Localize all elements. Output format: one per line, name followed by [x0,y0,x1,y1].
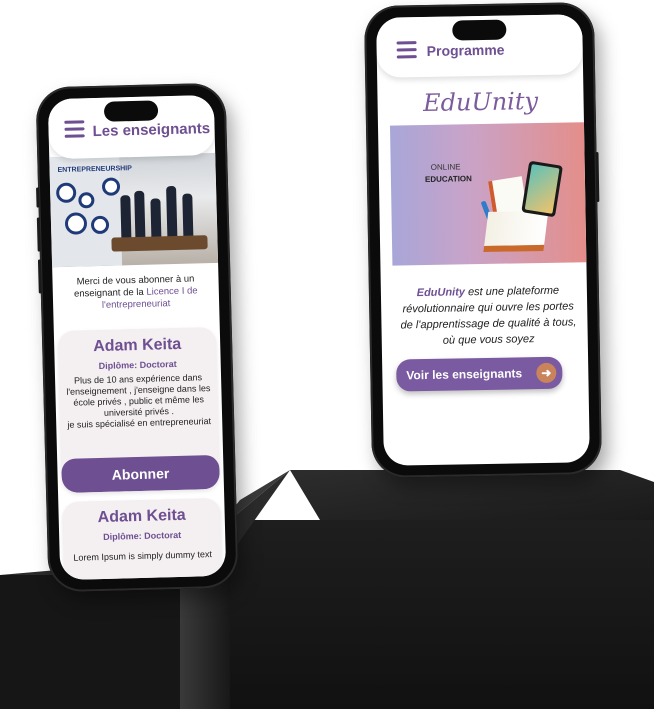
photo-label: ENTREPRENEURSHIP [57,165,132,175]
view-teachers-button[interactable]: Voir les enseignants ➜ [396,356,563,392]
teacher-diploma: Diplôme: Doctorat [98,358,177,372]
teacher-bio: Lorem Ipsum is simply dummy text [73,549,213,563]
phone-side-button [36,217,41,252]
entrepreneurship-photo: ENTREPRENEURSHIP [49,152,219,268]
right-phone-screen: Programme EduUnity ONLINE EDUCATION EduU… [376,14,590,466]
intro-text: Merci de vous abonner à un enseignant de… [62,273,209,313]
view-teachers-label: Voir les enseignants [406,366,523,383]
online-education-banner: ONLINE EDUCATION [389,122,587,266]
banner-line-2: EDUCATION [424,174,472,185]
phone-notch [103,100,159,122]
phone-side-button [37,259,42,294]
banner-line-1: ONLINE [430,162,461,172]
page-title: Les enseignants [92,120,211,141]
hamburger-menu-icon[interactable] [64,120,85,138]
phone-side-button [36,187,40,208]
teacher-diploma: Diplôme: Doctorat [103,529,182,542]
mockup-scene: Les enseignants ENTREPRENEURSHIP Merci d… [0,0,654,709]
teacher-card: Adam Keita Diplôme: Doctorat Plus de 10 … [57,326,220,494]
brand-name: EduUnity [416,286,466,300]
left-phone-screen: Les enseignants ENTREPRENEURSHIP Merci d… [47,94,227,581]
phone-notch [452,19,507,41]
teacher-card: Adam Keita Diplôme: Doctorat Lorem Ipsum… [62,497,223,581]
teacher-bio: Plus de 10 ans expérience dans l'enseign… [66,372,212,430]
eduunity-logo: EduUnity [422,87,539,118]
hamburger-menu-icon[interactable] [396,41,417,59]
arrow-right-icon: ➜ [536,362,557,384]
page-title: Programme [426,41,505,59]
subscribe-button[interactable]: Abonner [61,454,220,494]
teacher-name: Adam Keita [97,506,186,527]
teacher-name: Adam Keita [92,335,182,356]
left-phone: Les enseignants ENTREPRENEURSHIP Merci d… [35,82,239,593]
platform-description: EduUnity est une plateforme révolutionna… [399,282,578,349]
right-phone: Programme EduUnity ONLINE EDUCATION EduU… [363,2,603,478]
